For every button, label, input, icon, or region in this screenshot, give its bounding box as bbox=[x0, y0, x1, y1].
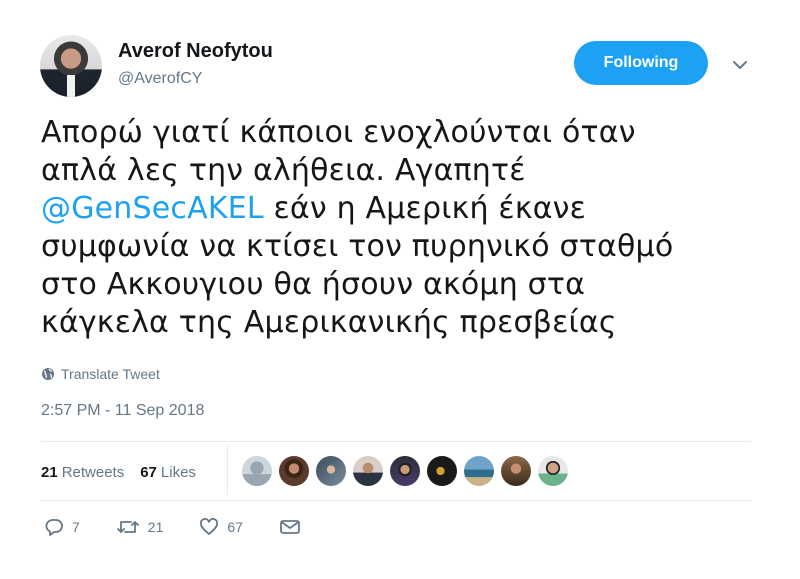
tweet-timestamp[interactable]: 2:57 PM - 11 Sep 2018 bbox=[41, 402, 204, 420]
author-handle[interactable]: @AverofCY bbox=[118, 70, 202, 88]
like-count: 67 bbox=[227, 519, 243, 535]
likes-count: 67 bbox=[140, 463, 157, 481]
tweet-stats: 21 Retweets 67 Likes bbox=[41, 456, 212, 488]
message-icon bbox=[280, 520, 300, 534]
mention-link[interactable]: @GenSecAKEL bbox=[41, 191, 264, 226]
liker-avatar[interactable] bbox=[316, 456, 346, 486]
direct-message-button[interactable] bbox=[279, 518, 309, 536]
chevron-down-icon[interactable] bbox=[730, 55, 750, 75]
tweet-text: Απορώ γιατί κάποιοι ενοχλούνται όταν απλ… bbox=[41, 114, 761, 342]
reply-icon bbox=[45, 519, 63, 536]
author-name[interactable]: Averof Neofytou bbox=[118, 40, 273, 63]
following-button[interactable]: Following bbox=[574, 41, 708, 85]
tweet-line: στο Ακκουγιου θα ήσουν ακόμη στα bbox=[41, 267, 586, 302]
likes-stat[interactable]: 67 Likes bbox=[140, 464, 196, 481]
tweet-line: Απορώ γιατί κάποιοι ενοχλούνται όταν bbox=[41, 115, 636, 150]
liker-avatar[interactable] bbox=[427, 456, 457, 486]
translate-label: Translate Tweet bbox=[61, 366, 160, 382]
heart-icon bbox=[200, 518, 219, 535]
reply-count: 7 bbox=[72, 519, 80, 535]
translate-tweet-link[interactable]: Translate Tweet bbox=[41, 366, 160, 382]
tweet-line: απλά λες την αλήθεια. Αγαπητέ bbox=[41, 153, 526, 188]
globe-icon bbox=[42, 368, 54, 380]
retweets-stat[interactable]: 21 Retweets bbox=[41, 464, 124, 481]
tweet-actions: 7 21 67 bbox=[44, 517, 345, 537]
retweet-count: 21 bbox=[147, 519, 164, 535]
liker-avatar[interactable] bbox=[242, 456, 272, 486]
liker-avatar[interactable] bbox=[501, 456, 531, 486]
retweets-label: Retweets bbox=[61, 463, 125, 481]
retweets-count: 21 bbox=[41, 463, 58, 481]
retweet-button[interactable]: 21 bbox=[116, 517, 164, 537]
retweet-icon bbox=[116, 521, 139, 533]
liker-avatar[interactable] bbox=[353, 456, 383, 486]
tweet-line: κάγκελα της Αμερικανικής πρεσβείας bbox=[41, 305, 617, 340]
like-button[interactable]: 67 bbox=[199, 517, 243, 537]
liker-avatar[interactable] bbox=[464, 456, 494, 486]
liker-avatars bbox=[242, 456, 575, 486]
author-avatar[interactable] bbox=[40, 35, 102, 97]
divider bbox=[41, 441, 751, 442]
likes-label: Likes bbox=[160, 463, 196, 481]
tweet-header: Averof Neofytou @AverofCY Following bbox=[40, 33, 770, 97]
liker-avatar[interactable] bbox=[390, 456, 420, 486]
tweet-line: @GenSecAKEL εάν η Αμερική έκανε bbox=[41, 190, 761, 228]
stats-separator bbox=[227, 445, 228, 495]
reply-button[interactable]: 7 bbox=[44, 517, 80, 537]
tweet-line-rest: εάν η Αμερική έκανε bbox=[263, 191, 587, 226]
tweet-line: συμφωνία να κτίσει τον πυρηνικό σταθμό bbox=[41, 229, 674, 264]
liker-avatar[interactable] bbox=[279, 456, 309, 486]
divider bbox=[41, 500, 751, 501]
liker-avatar[interactable] bbox=[538, 456, 568, 486]
